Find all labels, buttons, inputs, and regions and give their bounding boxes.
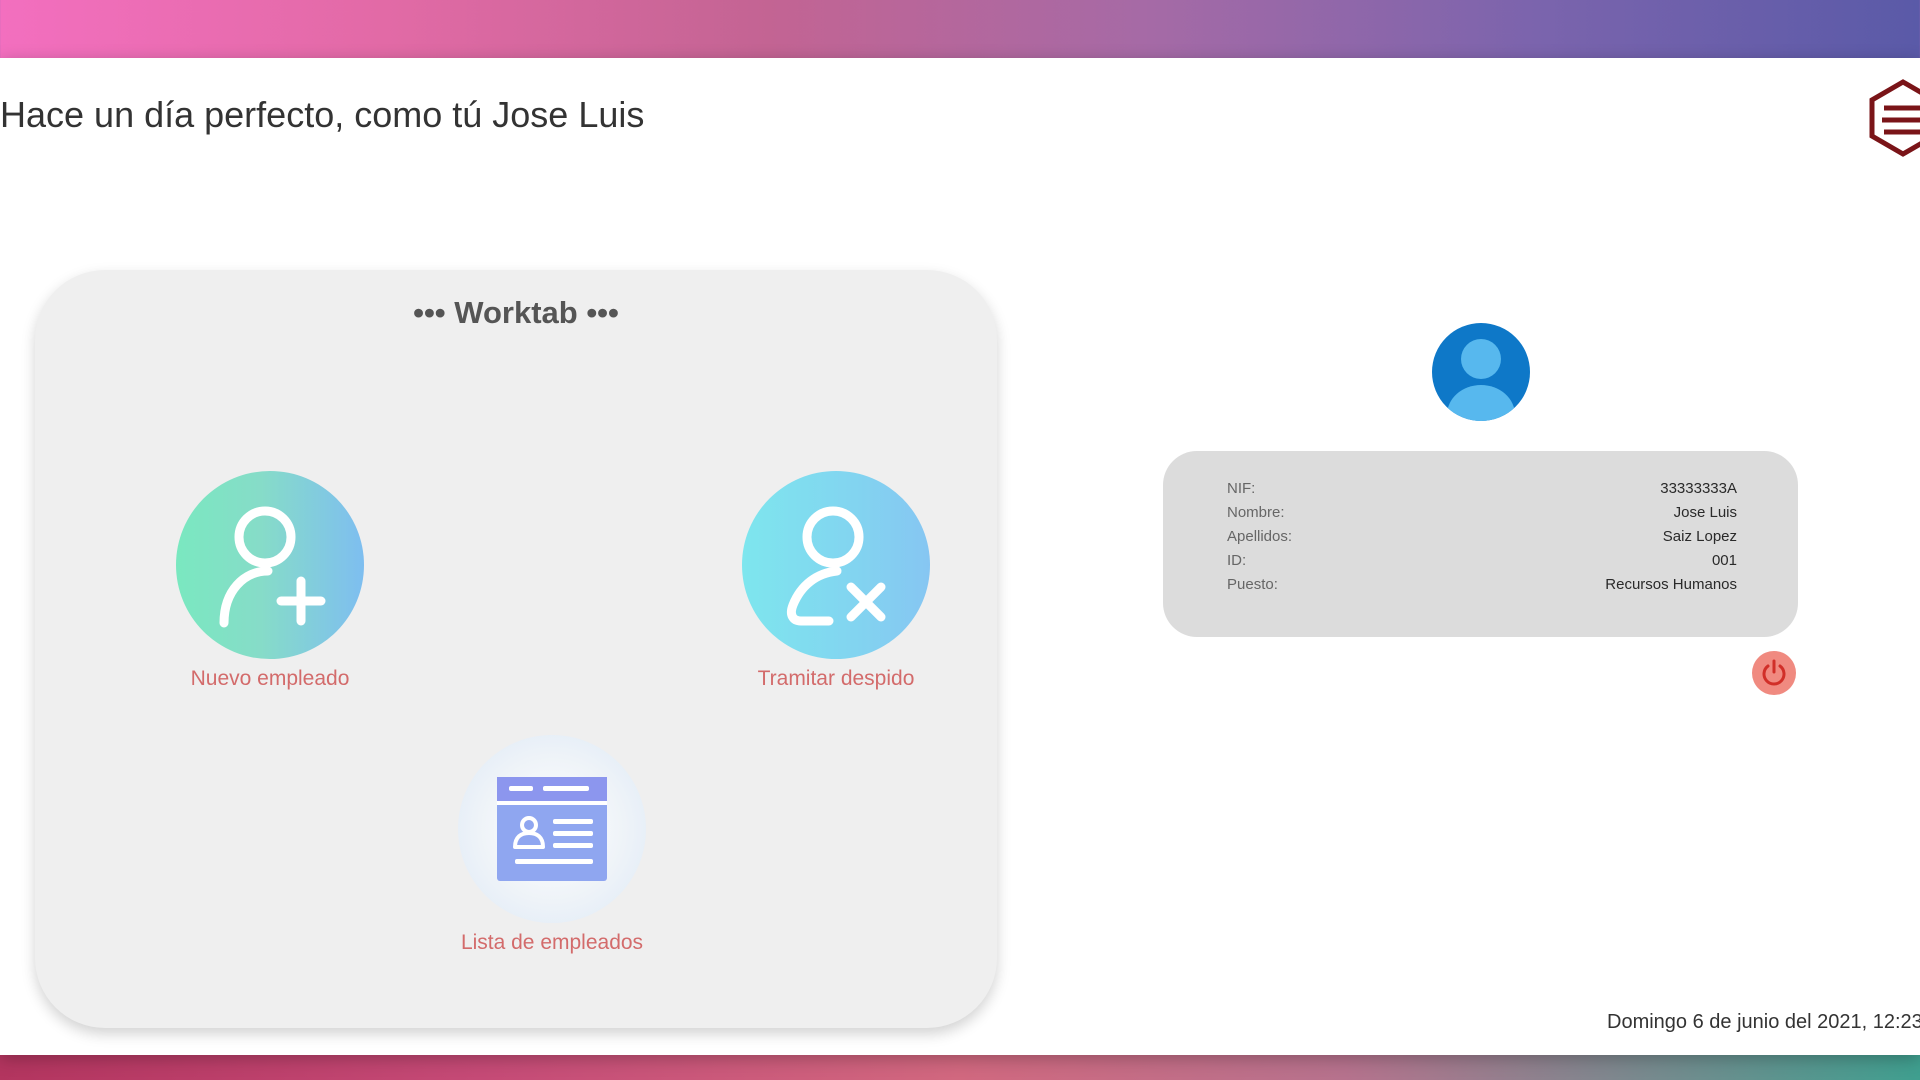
info-key: ID:	[1227, 552, 1247, 569]
info-key: Apellidos:	[1227, 528, 1293, 545]
user-avatar-icon	[1432, 323, 1530, 421]
add-user-icon[interactable]	[176, 471, 364, 659]
info-value: Recursos Humanos	[1605, 576, 1737, 593]
power-icon	[1762, 659, 1786, 686]
info-row-id: ID: 001	[1227, 549, 1737, 573]
info-value: 33333333A	[1660, 480, 1737, 497]
info-key: Puesto:	[1227, 576, 1278, 593]
info-value: Saiz Lopez	[1662, 528, 1737, 545]
main-page: Hace un día perfecto, como tú Jose Luis …	[0, 58, 1920, 1055]
new-employee-tile[interactable]: Nuevo empleado	[140, 471, 400, 691]
current-datetime: Domingo 6 de junio del 2021, 12:23	[1607, 1011, 1920, 1033]
user-info-card: NIF: 33333333A Nombre: Jose Luis Apellid…	[1163, 451, 1798, 637]
remove-user-icon[interactable]	[742, 471, 930, 659]
process-dismissal-tile[interactable]: Tramitar despido	[706, 471, 966, 691]
info-value: 001	[1711, 552, 1737, 569]
process-dismissal-label: Tramitar despido	[757, 667, 915, 690]
info-row-apellidos: Apellidos: Saiz Lopez	[1227, 525, 1737, 549]
employee-list-tile[interactable]: Lista de empleados	[422, 735, 682, 955]
info-key: Nombre:	[1227, 504, 1285, 521]
hexagon-logo-icon	[1868, 78, 1920, 158]
logout-button[interactable]	[1752, 651, 1796, 695]
new-employee-label: Nuevo empleado	[190, 667, 350, 690]
info-key: NIF:	[1227, 480, 1256, 497]
info-value: Jose Luis	[1673, 504, 1737, 521]
greeting-heading: Hace un día perfecto, como tú Jose Luis	[0, 94, 645, 135]
info-row-nif: NIF: 33333333A	[1227, 477, 1737, 501]
bottom-gradient-bar	[0, 1055, 1920, 1080]
info-row-puesto: Puesto: Recursos Humanos	[1227, 573, 1737, 597]
employee-list-icon[interactable]	[458, 735, 646, 923]
worktab-title: ••• Worktab •••	[413, 295, 619, 330]
worktab-panel: ••• Worktab ••• Nuevo empleado Tramitar …	[35, 270, 997, 1028]
user-info-table: NIF: 33333333A Nombre: Jose Luis Apellid…	[1227, 477, 1737, 597]
info-row-nombre: Nombre: Jose Luis	[1227, 501, 1737, 525]
employee-list-label: Lista de empleados	[460, 931, 644, 954]
